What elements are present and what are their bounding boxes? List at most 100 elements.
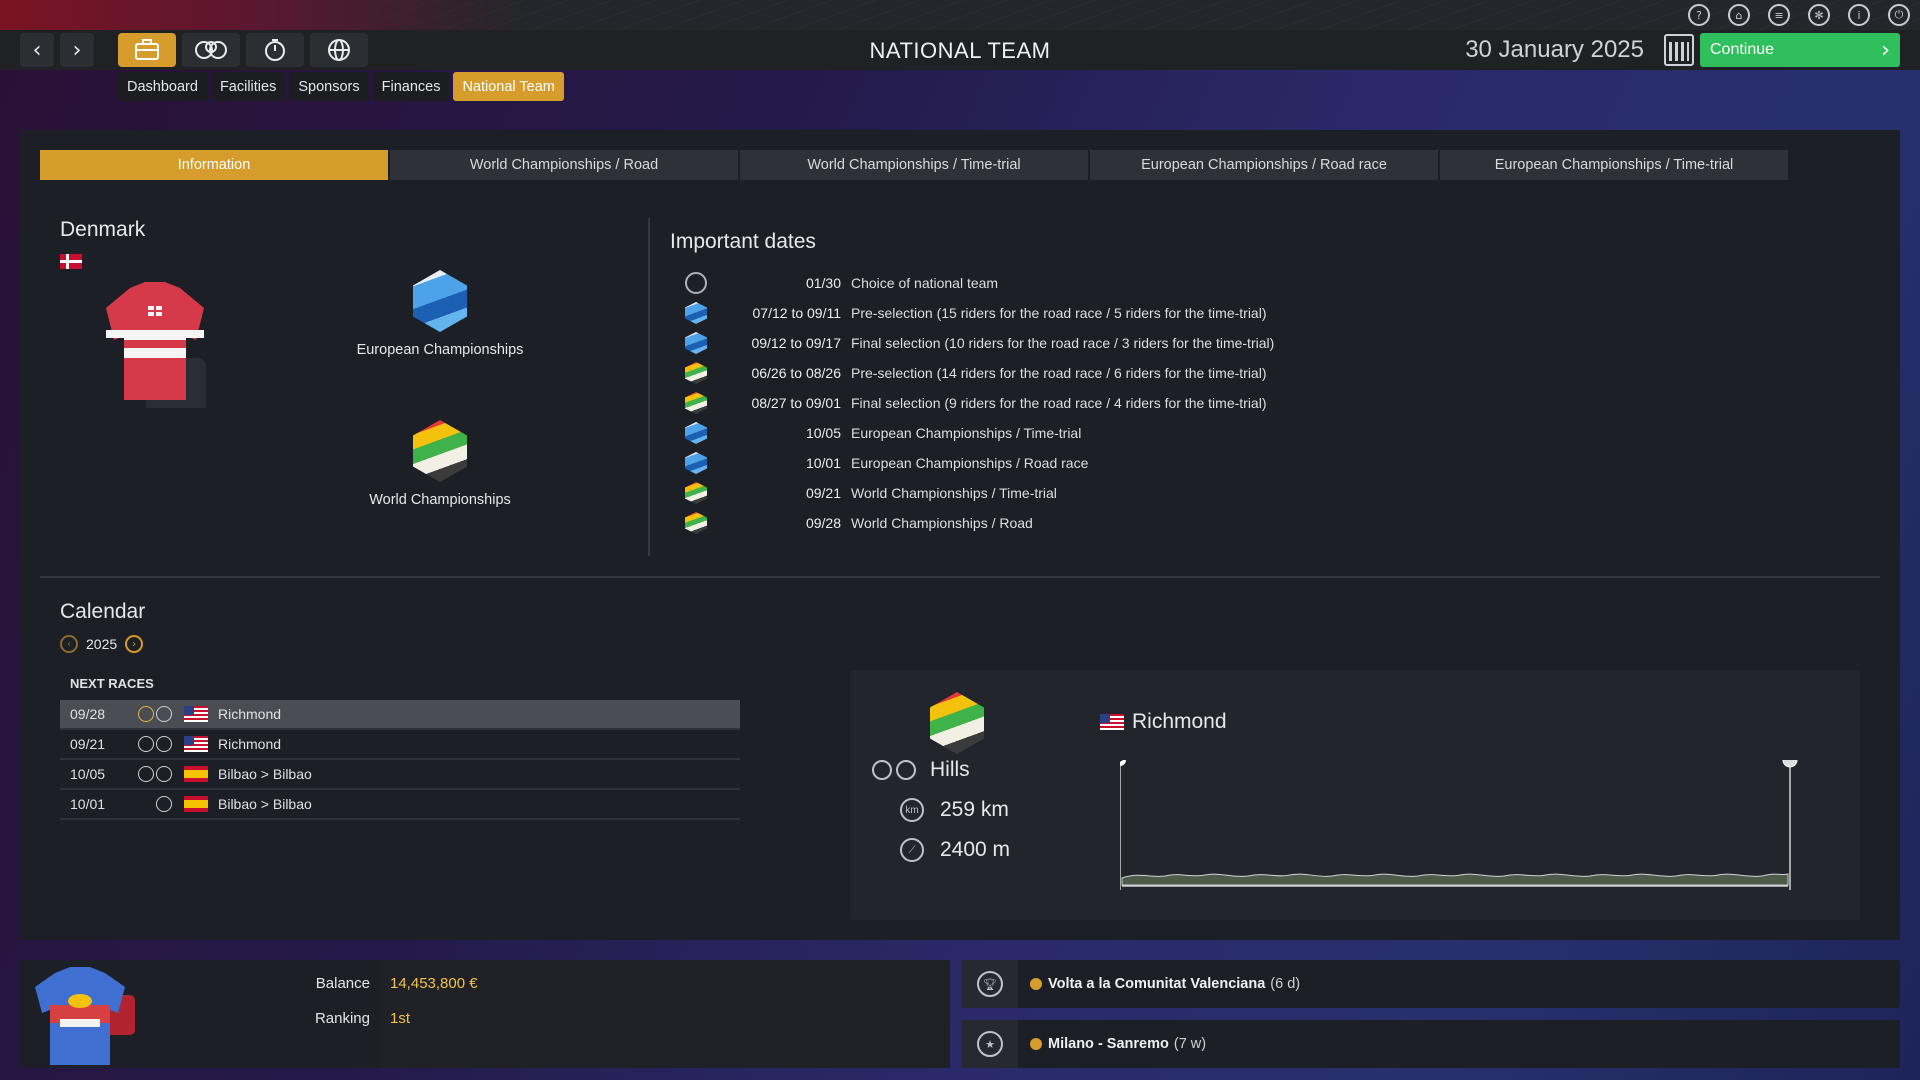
- list-item: 06/26 to 08/26 Pre-selection (14 riders f…: [685, 358, 1274, 388]
- horizontal-divider: [40, 576, 1880, 578]
- balance-label: Balance: [315, 975, 370, 992]
- road-race-icon: [872, 760, 892, 780]
- important-dates-title: Important dates: [670, 230, 816, 253]
- flat-icon: [156, 766, 172, 782]
- subtab-facilities[interactable]: Facilities: [210, 72, 286, 101]
- table-row[interactable]: 09/21 Richmond: [60, 730, 740, 760]
- european-championships-icon: [685, 332, 707, 354]
- list-item: 08/27 to 09/01 Final selection (9 riders …: [685, 388, 1274, 418]
- world-championships-icon: [930, 692, 984, 754]
- info-dot-icon: [1030, 1038, 1042, 1050]
- country-name: Denmark: [60, 218, 146, 241]
- race-detail-title: Richmond: [1100, 710, 1227, 734]
- stopwatch-icon: [138, 766, 154, 782]
- balance-value: 14,453,800 €: [390, 975, 478, 992]
- list-item: 07/12 to 09/11 Pre-selection (15 riders f…: [685, 298, 1274, 328]
- previous-year-button[interactable]: ‹: [60, 635, 78, 653]
- top-strip: ? ⌂ ≡ ✻ i ⏻: [0, 0, 1920, 30]
- hills-icon: [896, 760, 916, 780]
- subtab-finances[interactable]: Finances: [372, 72, 450, 101]
- distance-icon: km: [900, 798, 924, 822]
- list-item: 09/21 World Championships / Time-trial: [685, 478, 1274, 508]
- upcoming-event[interactable]: 🏆︎ Volta a la Comunitat Valenciana (6 d): [962, 960, 1900, 1008]
- chevron-right-icon: ›: [1881, 37, 1890, 63]
- next-year-button[interactable]: ›: [125, 635, 144, 653]
- usa-flag-icon: [1100, 714, 1124, 730]
- usa-flag-icon: [184, 706, 208, 722]
- usa-flag-icon: [184, 736, 208, 752]
- list-item: 09/28 World Championships / Road: [685, 508, 1274, 538]
- calendar-icon[interactable]: [1664, 34, 1694, 66]
- tab-information[interactable]: Information: [40, 150, 390, 180]
- world-championships-label: World Championships: [369, 492, 511, 508]
- world-championships-icon: [685, 512, 707, 534]
- subtabs: Dashboard Facilities Sponsors Finances N…: [118, 72, 564, 101]
- event-name: Milano - Sanremo: [1048, 1036, 1169, 1052]
- stopwatch-icon: [685, 272, 707, 294]
- table-row[interactable]: 09/28 Richmond: [60, 700, 740, 730]
- european-championships-icon: [685, 422, 707, 444]
- content-tabs: Information World Championships / Road W…: [40, 150, 1790, 180]
- power-icon[interactable]: ⏻: [1888, 4, 1910, 26]
- menu-icon[interactable]: ≡: [1768, 4, 1790, 26]
- subtab-sponsors[interactable]: Sponsors: [289, 72, 369, 101]
- next-races-label: NEXT RACES: [70, 676, 154, 691]
- tab-ec-road-race[interactable]: European Championships / Road race: [1090, 150, 1440, 180]
- race-terrain: Hills: [872, 758, 970, 782]
- year-value: 2025: [86, 636, 118, 652]
- event-name: Volta a la Comunitat Valenciana: [1048, 976, 1266, 992]
- race-detail-panel: Richmond Hills km 259 km ⟋ 2400 m: [850, 670, 1860, 920]
- european-championships-badge[interactable]: European Championships: [340, 270, 540, 358]
- list-item: 09/12 to 09/17 Final selection (10 riders…: [685, 328, 1274, 358]
- finish-flag-icon: [1782, 760, 1798, 768]
- list-item: 01/30 Choice of national team: [685, 268, 1274, 298]
- subtab-national-team[interactable]: National Team: [453, 72, 564, 101]
- top-navbar: ‹ › NATIONAL TEAM 30 January 2025 Contin…: [0, 30, 1920, 70]
- year-selector: ‹ 2025 ›: [60, 635, 144, 653]
- world-championships-icon: [413, 420, 467, 482]
- spain-flag-icon: [184, 766, 208, 782]
- hills-icon: [156, 796, 172, 812]
- spain-flag-icon: [184, 796, 208, 812]
- upcoming-event[interactable]: ★ Milano - Sanremo (7 w): [962, 1020, 1900, 1068]
- tab-wc-road[interactable]: World Championships / Road: [390, 150, 740, 180]
- world-championships-badge[interactable]: World Championships: [340, 420, 540, 508]
- european-championships-icon: [685, 302, 707, 324]
- hills-icon: [156, 706, 172, 722]
- trophy-icon: 🏆︎: [977, 971, 1003, 997]
- european-championships-icon: [685, 452, 707, 474]
- settings-icon[interactable]: ✻: [1808, 4, 1830, 26]
- world-championships-icon: [685, 392, 707, 414]
- race-elevation: ⟋ 2400 m: [900, 838, 1010, 862]
- table-row[interactable]: 10/05 Bilbao > Bilbao: [60, 760, 740, 790]
- important-dates-list: 01/30 Choice of national team 07/12 to 09…: [685, 268, 1274, 538]
- system-icons: ? ⌂ ≡ ✻ i ⏻: [1688, 4, 1910, 26]
- denmark-flag-icon: [60, 254, 82, 269]
- star-icon: ★: [977, 1031, 1003, 1057]
- world-championships-icon: [685, 362, 707, 384]
- continue-button[interactable]: Continue ›: [1700, 33, 1900, 67]
- tab-wc-time-trial[interactable]: World Championships / Time-trial: [740, 150, 1090, 180]
- tab-ec-time-trial[interactable]: European Championships / Time-trial: [1440, 150, 1790, 180]
- table-row[interactable]: 10/01 Bilbao > Bilbao: [60, 790, 740, 820]
- world-championships-icon: [685, 482, 707, 504]
- team-summary-panel: Balance 14,453,800 € Ranking 1st: [20, 960, 950, 1068]
- continue-label: Continue: [1710, 41, 1775, 58]
- stopwatch-icon: [138, 736, 154, 752]
- home-icon[interactable]: ⌂: [1728, 4, 1750, 26]
- main-panel: Information World Championships / Road W…: [20, 130, 1900, 940]
- subtab-dashboard[interactable]: Dashboard: [118, 72, 207, 101]
- event-duration: (6 d): [1270, 976, 1301, 992]
- team-jersey-avatar[interactable]: [30, 965, 150, 1065]
- ranking-value: 1st: [390, 1010, 411, 1027]
- info-icon[interactable]: i: [1848, 4, 1870, 26]
- ranking-label: Ranking: [314, 1010, 370, 1027]
- help-icon[interactable]: ?: [1688, 4, 1710, 26]
- elevation-profile-chart: [1120, 760, 1798, 890]
- european-championships-icon: [413, 270, 467, 332]
- current-date: 30 January 2025: [1465, 36, 1644, 63]
- european-championships-label: European Championships: [356, 342, 524, 358]
- races-list: 09/28 Richmond 09/21 Richmond 10/05 Bilb…: [60, 700, 740, 820]
- info-dot-icon: [1030, 978, 1042, 990]
- flat-icon: [156, 736, 172, 752]
